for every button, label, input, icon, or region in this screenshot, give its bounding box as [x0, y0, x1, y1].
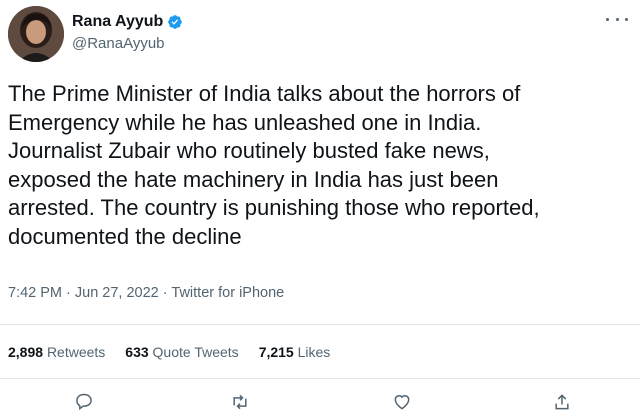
likes-label: Likes — [297, 344, 331, 360]
tweet-header: Rana Ayyub @RanaAyyub — [8, 6, 632, 62]
retweets-count: 2,898 — [8, 344, 44, 360]
retweet-icon[interactable] — [230, 392, 252, 410]
avatar-photo — [8, 6, 64, 62]
quote-tweets-stat[interactable]: 633 Quote Tweets — [125, 344, 238, 360]
verified-badge-icon — [167, 14, 183, 30]
divider — [0, 378, 640, 379]
likes-stat[interactable]: 7,215 Likes — [259, 344, 331, 360]
retweets-label: Retweets — [46, 344, 106, 360]
tweet-date[interactable]: Jun 27, 2022 — [75, 285, 159, 301]
tweet-source[interactable]: Twitter for iPhone — [171, 285, 284, 301]
tweet-card: Rana Ayyub @RanaAyyub The Prime Minister… — [0, 0, 640, 411]
author-handle[interactable]: @RanaAyyub — [72, 35, 183, 52]
meta-separator: · — [66, 285, 75, 301]
tweet-stats: 2,898 Retweets 633 Quote Tweets 7,215 Li… — [8, 344, 350, 360]
author-names: Rana Ayyub @RanaAyyub — [72, 12, 183, 52]
quotes-count: 633 — [125, 344, 149, 360]
more-options-icon[interactable] — [606, 12, 628, 26]
likes-count: 7,215 — [258, 344, 294, 360]
avatar[interactable] — [8, 6, 64, 62]
divider — [0, 324, 640, 325]
retweets-stat[interactable]: 2,898 Retweets — [8, 344, 105, 360]
tweet-text: The Prime Minister of India talks about … — [8, 81, 540, 249]
tweet-time[interactable]: 7:42 PM — [8, 285, 62, 301]
heart-icon[interactable] — [392, 392, 414, 410]
tweet-meta: 7:42 PM · Jun 27, 2022 · Twitter for iPh… — [8, 285, 284, 301]
reply-icon[interactable] — [74, 392, 96, 411]
author-display-name[interactable]: Rana Ayyub — [72, 13, 163, 31]
share-icon[interactable] — [552, 392, 574, 410]
tweet-actions — [0, 392, 640, 411]
quotes-label: Quote Tweets — [152, 344, 239, 360]
